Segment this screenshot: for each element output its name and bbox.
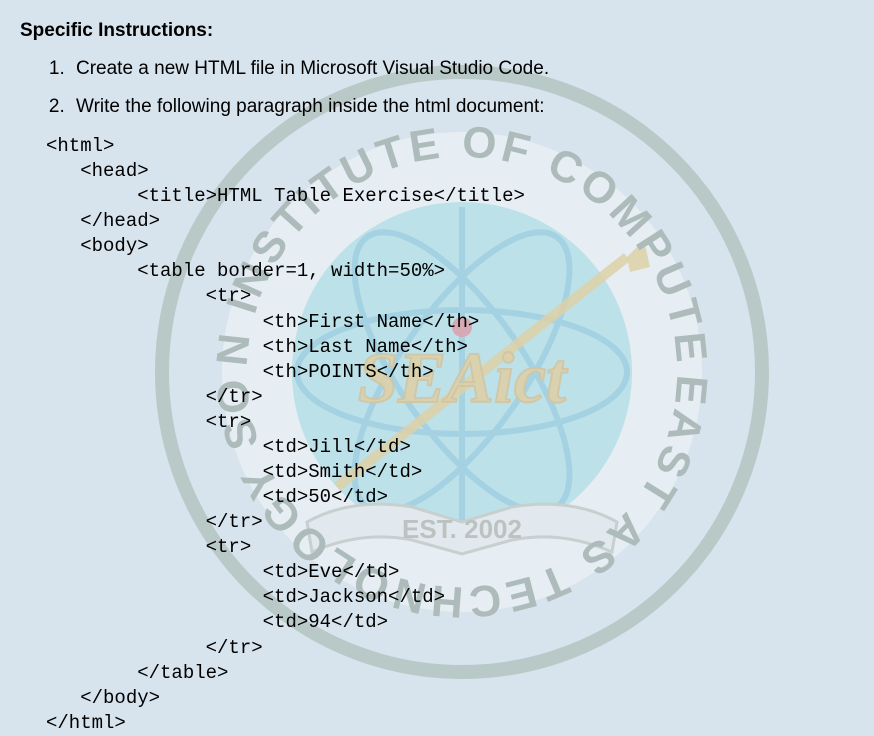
code-line: </body> (46, 687, 160, 709)
html-code-example: <html> <head> <title>HTML Table Exercise… (46, 134, 862, 736)
code-line: </tr> (46, 637, 263, 659)
code-line: </head> (46, 210, 160, 232)
code-line: </tr> (46, 511, 263, 533)
section-heading: Specific Instructions: (20, 20, 862, 42)
code-line: <tr> (46, 411, 251, 433)
instruction-item: Write the following paragraph inside the… (70, 96, 862, 118)
code-line: <td>50</td> (46, 486, 388, 508)
code-line: <html> (46, 135, 114, 157)
code-line: <tr> (46, 536, 251, 558)
instruction-item: Create a new HTML file in Microsoft Visu… (70, 58, 862, 80)
code-line: <body> (46, 235, 149, 257)
code-line: </table> (46, 662, 228, 684)
code-line: </tr> (46, 386, 263, 408)
code-line: <td>Jill</td> (46, 436, 411, 458)
instruction-list: Create a new HTML file in Microsoft Visu… (20, 58, 862, 118)
code-line: <title>HTML Table Exercise</title> (46, 185, 525, 207)
code-line: <head> (46, 160, 149, 182)
code-line: <td>Smith</td> (46, 461, 422, 483)
code-line: </html> (46, 712, 126, 734)
code-line: <th>First Name</th> (46, 311, 479, 333)
code-line: <th>POINTS</th> (46, 361, 434, 383)
code-line: <td>94</td> (46, 611, 388, 633)
code-line: <tr> (46, 285, 251, 307)
code-line: <td>Jackson</td> (46, 586, 445, 608)
code-line: <th>Last Name</th> (46, 336, 468, 358)
code-line: <td>Eve</td> (46, 561, 399, 583)
code-line: <table border=1, width=50%> (46, 260, 445, 282)
